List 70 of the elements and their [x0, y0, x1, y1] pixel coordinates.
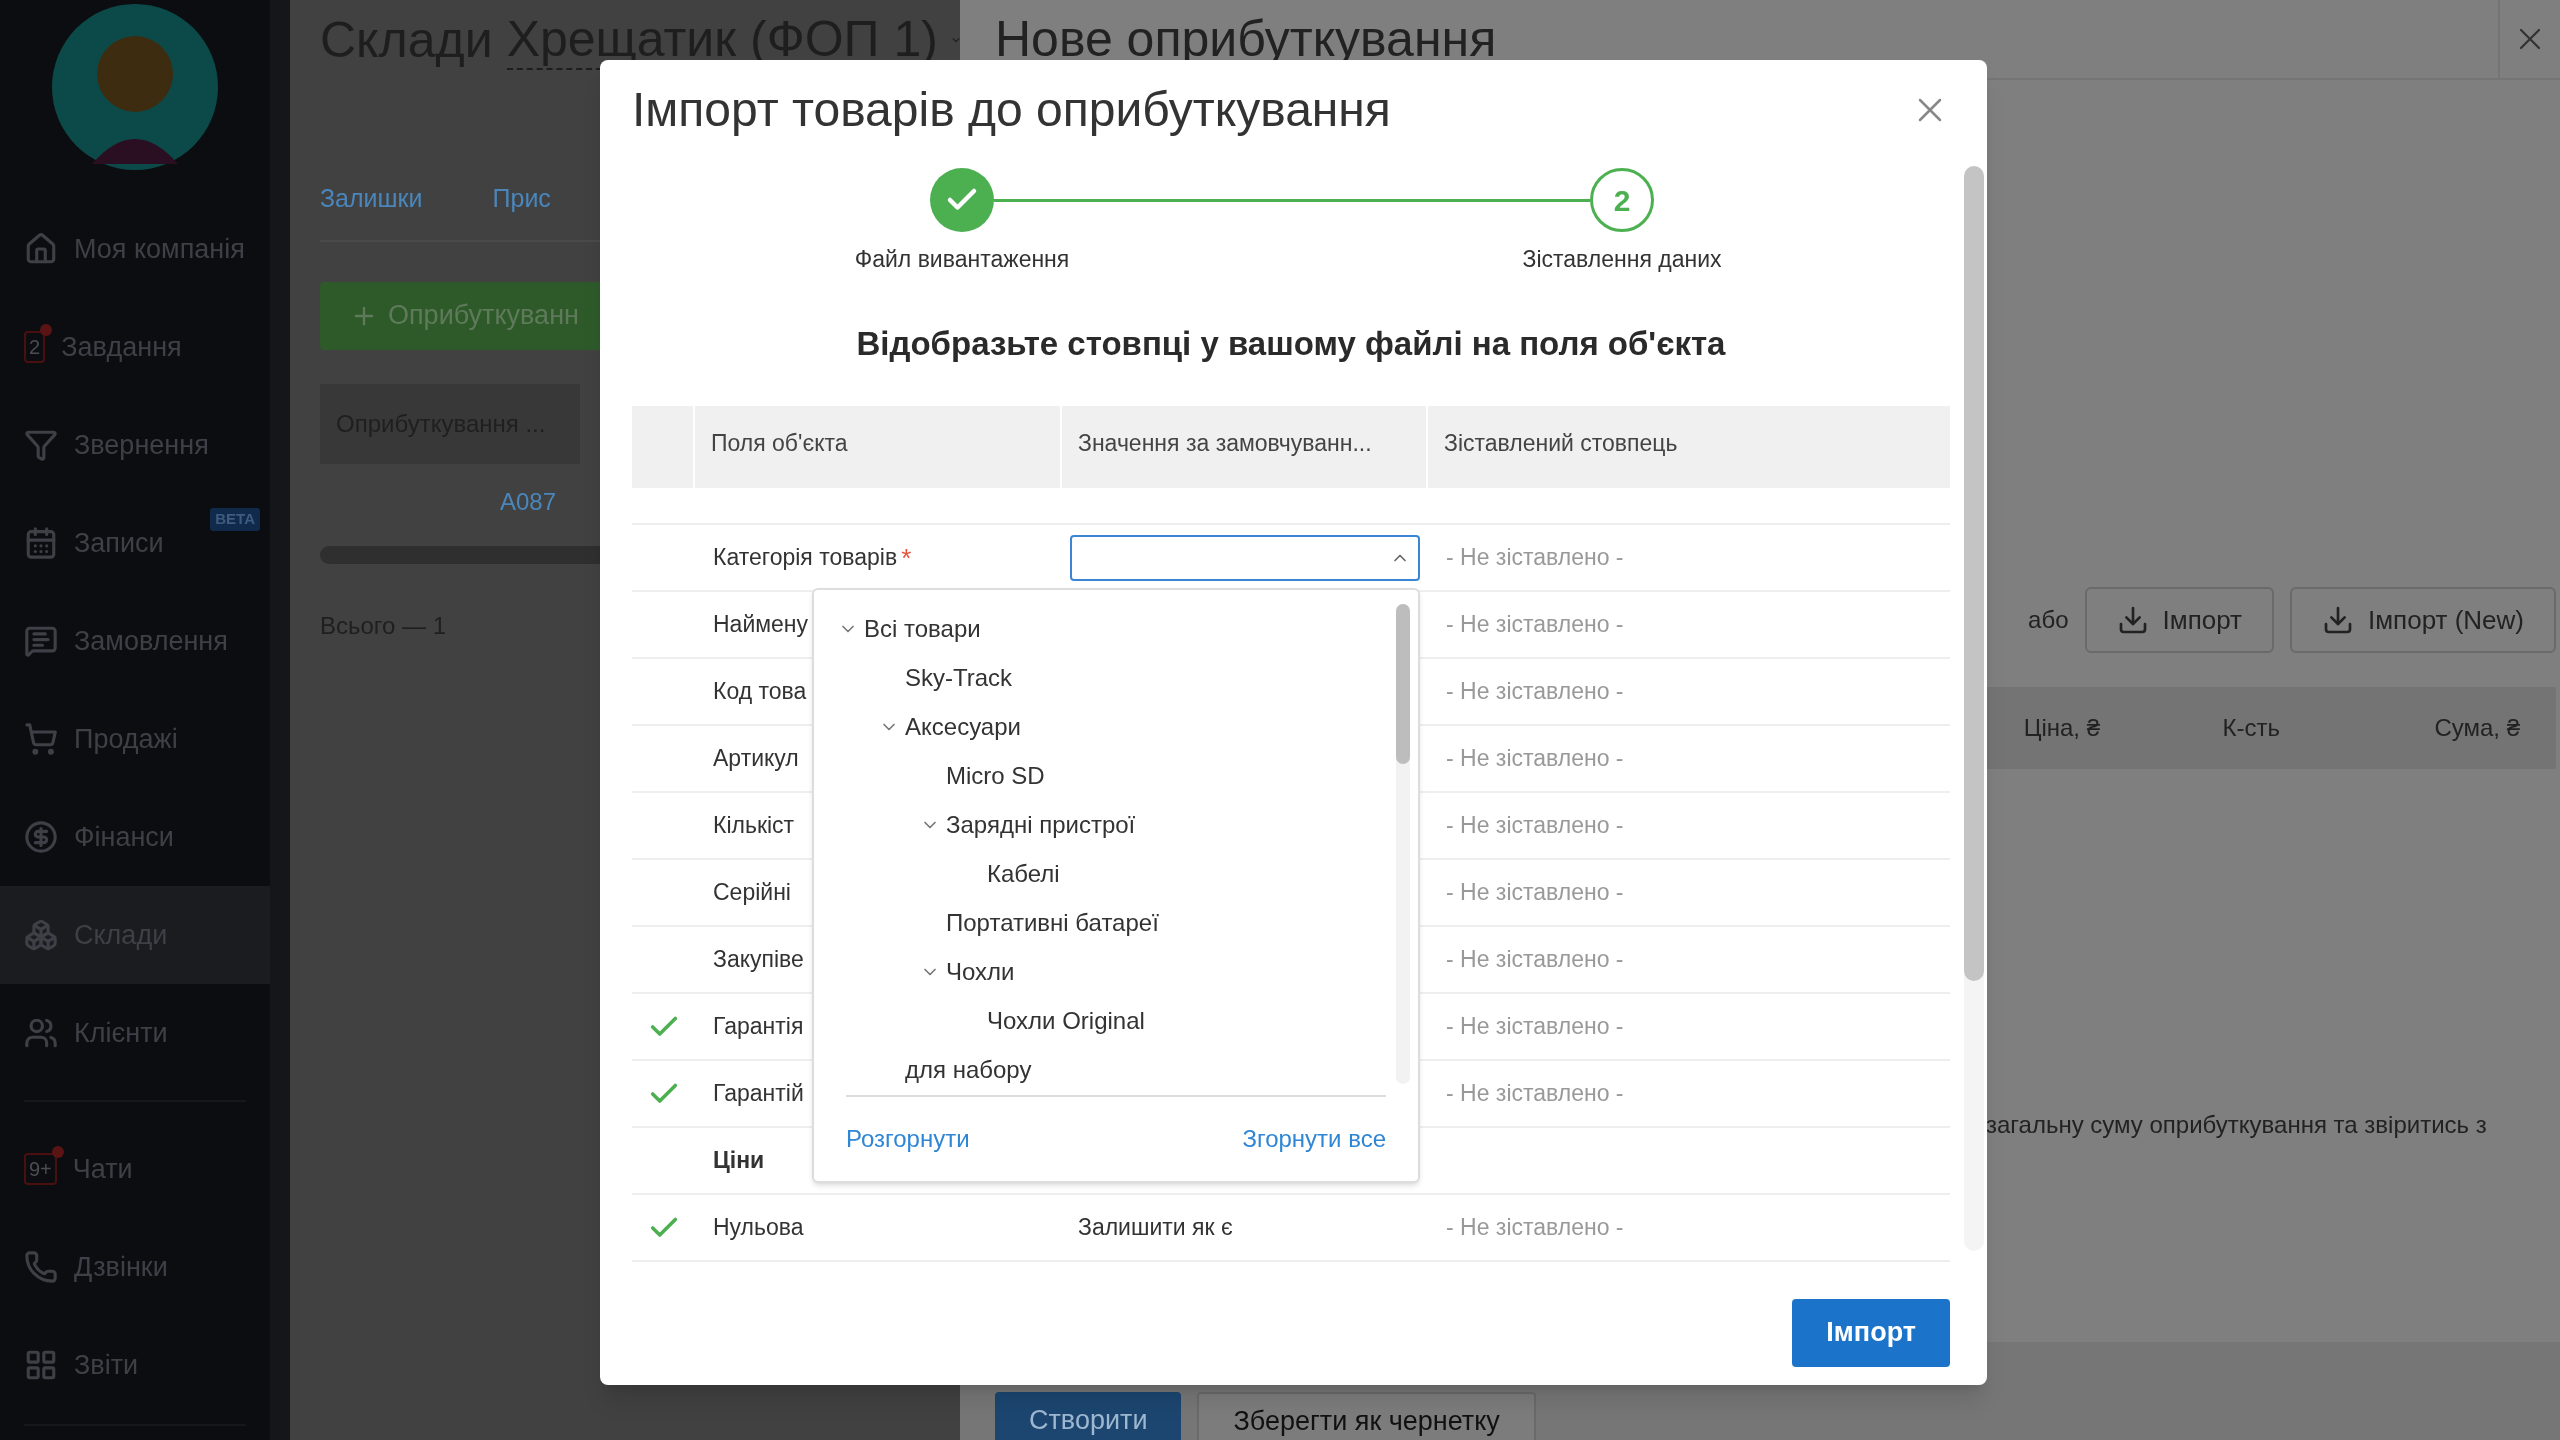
menu-icon [24, 624, 58, 658]
mapped-column: - Не зіставлено - [1428, 942, 1624, 977]
menu-icon [24, 722, 58, 756]
field-label: Гарантій [713, 1079, 804, 1109]
menu-icon [24, 820, 58, 854]
mapped-column: - Не зіставлено - [1428, 607, 1624, 642]
field-label: Нульова [713, 1213, 804, 1243]
tree-item[interactable]: Зарядні пристрої [822, 800, 1418, 849]
step-indicator: 2 [1590, 168, 1654, 232]
mapped-column: - Не зіставлено - [1428, 1210, 1624, 1245]
mapped-column: - Не зіставлено - [1428, 1076, 1624, 1111]
menu-icon [24, 428, 58, 462]
table-cell-text: A087 [500, 486, 557, 517]
required-mark: * [901, 544, 912, 571]
menu-icon [24, 232, 58, 266]
default-value: Залишити як є [1077, 1214, 1233, 1241]
field-label: Артикул [713, 744, 799, 774]
tab[interactable]: Залишки [320, 180, 423, 218]
menu-icon [24, 1016, 58, 1050]
avatar-icon [52, 4, 218, 170]
tree-item[interactable]: Чохли [822, 947, 1418, 996]
mapped-column: - Не зіставлено - [1428, 1009, 1624, 1044]
field-label: Гарантія [713, 1012, 804, 1042]
expand-link[interactable]: Розгорнути [846, 1121, 970, 1157]
column-header: Сума, ₴ [2433, 713, 2521, 743]
field-label: Закупіве [713, 945, 804, 975]
note-text: загальну суму оприбуткування та звіритись з [1986, 1110, 2488, 1140]
tree-item[interactable]: Аксесуари [822, 702, 1418, 751]
field-label: Серійні [713, 878, 791, 908]
save-draft-button[interactable]: Зберегти як чернетку [1197, 1392, 1536, 1440]
section-heading: Відобразьте стовпці у вашому файлі на поля об'єкта [855, 323, 1727, 364]
column-header: Зіставлений стовпець [1443, 429, 1679, 458]
import-button[interactable]: Імпорт [2084, 587, 2274, 653]
document-title: Нове оприбуткування [995, 9, 1498, 69]
column-header: Значення за замовчуванн... [1062, 406, 1428, 488]
tree-item[interactable]: Кабелі [822, 849, 1418, 898]
field-label: Категорія товарів [713, 543, 898, 573]
tree-item[interactable]: Портативні батареї [822, 898, 1418, 947]
field-label: Код това [713, 677, 807, 707]
column-header: Поля об'єкта [695, 406, 1062, 488]
import-button[interactable]: Імпорт (New) [2290, 587, 2556, 653]
menu-icon [24, 918, 58, 952]
collapse-all-link[interactable]: Згорнути все [1242, 1121, 1386, 1157]
category-select[interactable] [1070, 534, 1420, 581]
or-label: або [2028, 605, 2069, 635]
step-label: Файл вивантаження [853, 245, 1071, 274]
tree-item[interactable]: Sky-Track [822, 653, 1418, 702]
tree-item[interactable]: для набору [822, 1045, 1418, 1094]
field-label: Кількіст [713, 811, 795, 841]
download-icon [2322, 604, 2354, 636]
import-button[interactable]: Імпорт [1792, 1298, 1950, 1367]
tree-item[interactable]: Micro SD [822, 751, 1418, 800]
step-label: Зіставлення даних [1521, 245, 1723, 274]
field-label: Наймену [713, 610, 809, 640]
tree-item[interactable]: Чохли Original [822, 996, 1418, 1045]
create-button[interactable]: Створити [995, 1392, 1182, 1440]
mapped-column: - Не зіставлено - [1428, 808, 1624, 843]
mapped-column: - Не зіставлено - [1428, 875, 1624, 910]
tree-item[interactable]: Всі товари [822, 604, 1418, 653]
menu-icon [24, 1348, 58, 1382]
column-header: Ціна, ₴ [2022, 713, 2101, 743]
field-label: Ціни [713, 1146, 765, 1176]
column-header: К-сть [2221, 713, 2281, 743]
menu-icon [24, 526, 58, 560]
mapped-column: - Не зіставлено - [1428, 741, 1624, 776]
menu-icon [24, 1250, 58, 1284]
mapped-column: - Не зіставлено - [1428, 674, 1624, 709]
mapped-column: - Не зіставлено - [1428, 540, 1624, 575]
tab[interactable]: Прис [492, 180, 551, 218]
dialog-title: Імпорт товарів до оприбуткування [632, 82, 1391, 138]
